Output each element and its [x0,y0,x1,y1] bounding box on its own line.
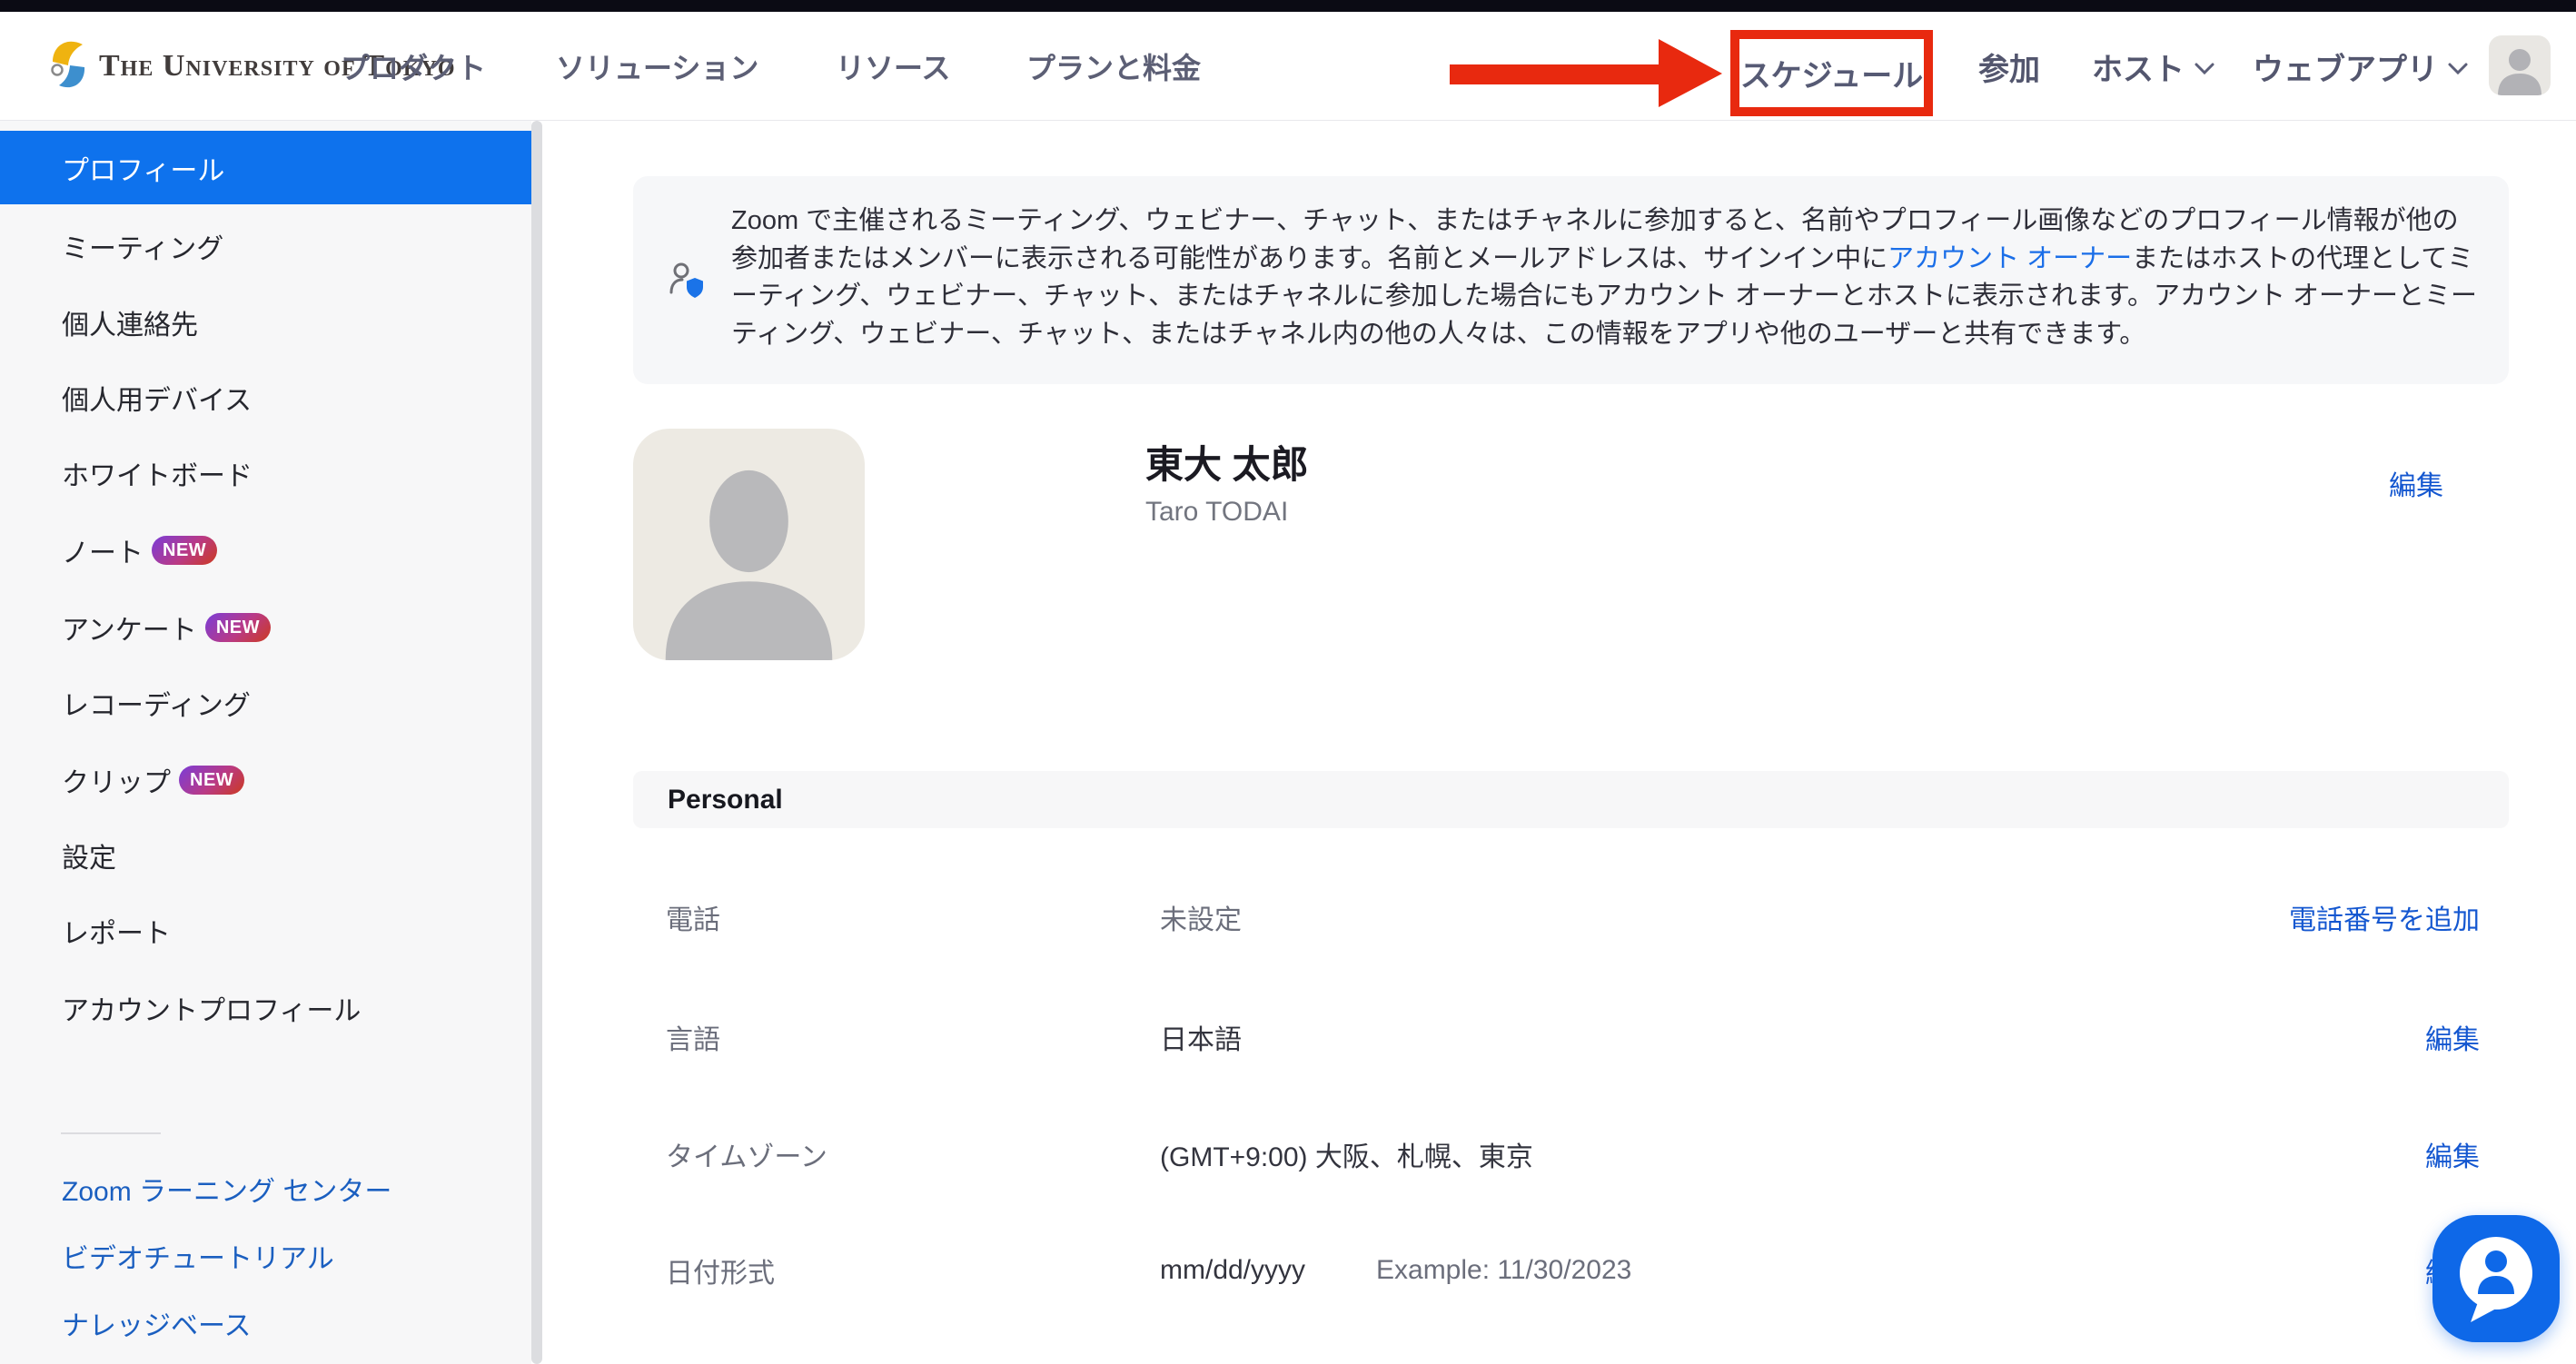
date-format-example: Example: 11/30/2023 [1376,1243,1631,1298]
info-line-1: Zoom で主催されるミーティング、ウェビナー、チャット、またはチャネルに参加す… [731,203,2477,241]
sidebar-item-settings[interactable]: 設定 [0,817,531,894]
profile-avatar[interactable] [633,429,865,660]
sidebar-item-reports[interactable]: レポート [0,893,531,969]
chevron-down-icon [2447,49,2469,84]
nav-resources[interactable]: リソース [836,12,950,121]
phone-label: 電話 [666,890,720,944]
sidebar-item-label: ノート [62,530,144,570]
phone-value: 未設定 [1160,890,1242,944]
profile-display-name: 東大 太郎 [1145,434,1309,489]
user-avatar[interactable] [2489,35,2551,95]
sidebar-item-meetings[interactable]: ミーティング [0,208,531,284]
nav-join[interactable]: 参加 [1978,12,2040,121]
personal-section-header: Personal [633,771,2509,828]
account-owner-link[interactable]: アカウント オーナー [1887,244,2132,273]
profile-edit-link[interactable]: 編集 [2389,463,2443,503]
sidebar-item-label: アカウントプロフィール [62,988,361,1028]
nav-host[interactable]: ホスト [2092,12,2215,121]
date-format-value: mm/dd/yyyy [1160,1243,1305,1298]
timezone-label: タイムゾーン [666,1127,827,1181]
sidebar-item-account-profile[interactable]: アカウントプロフィール [0,970,531,1046]
sidebar-item-label: 設定 [62,835,116,875]
chevron-down-icon [2194,49,2215,84]
language-row: 言語 日本語 編集 [633,1010,2509,1064]
nav-schedule-highlighted[interactable]: スケジュール [1730,30,1933,116]
sidebar-item-label: プロフィール [62,148,224,188]
sidebar-item-clips[interactable]: クリップ NEW [0,742,531,818]
timezone-row: タイムゾーン (GMT+9:00) 大阪、札幌、東京 編集 [633,1127,2509,1181]
sidebar-item-whiteboard[interactable]: ホワイトボード [0,435,531,511]
nav-plans-pricing[interactable]: プランと料金 [1026,12,1201,121]
language-label: 言語 [666,1010,720,1064]
sidebar-link-knowledge-base[interactable]: ナレッジベース [0,1304,531,1342]
nav-host-label: ホスト [2092,44,2185,89]
info-line-4: ティング、ウェビナー、チャット、またはチャネル内の他の人々は、この情報をアプリや… [731,316,2477,354]
nav-solutions[interactable]: ソリューション [556,12,758,121]
add-phone-link[interactable]: 電話番号を追加 [2289,890,2480,944]
sidebar-item-profile[interactable]: プロフィール [0,131,531,204]
sidebar-item-recordings[interactable]: レコーディング [0,665,531,741]
sidebar-item-personal-devices[interactable]: 個人用デバイス [0,360,531,436]
new-badge: NEW [152,536,217,565]
info-line-3: ーティング、ウェビナー、チャット、またはチャネルに参加した場合にもアカウント オ… [731,278,2477,316]
utokyo-ginkgo-icon [50,39,86,94]
sidebar-item-personal-contacts[interactable]: 個人連絡先 [0,284,531,361]
sidebar-divider [61,1132,161,1134]
sidebar-item-label: 個人連絡先 [62,302,198,342]
timezone-edit-link[interactable]: 編集 [2425,1127,2480,1181]
info-line-2-text-after: またはホストの代理としてミ [2132,244,2473,273]
timezone-value: (GMT+9:00) 大阪、札幌、東京 [1160,1127,1533,1181]
browser-top-strip [0,0,2576,12]
profile-romanized-name: Taro TODAI [1145,497,1288,528]
sidebar: プロフィール ミーティング 個人連絡先 個人用デバイス ホワイトボード ノート … [0,121,531,1364]
nav-webapp-label: ウェブアプリ [2253,44,2438,89]
language-edit-link[interactable]: 編集 [2425,1010,2480,1064]
sidebar-item-surveys[interactable]: アンケート NEW [0,589,531,666]
zoom-profile-page: The University of Tokyo プロダクト ソリューション リソ… [0,0,2576,1364]
sidebar-link-learning-center[interactable]: Zoom ラーニング センター [0,1170,531,1208]
sidebar-scrollbar[interactable] [531,121,542,1364]
nav-webapp[interactable]: ウェブアプリ [2253,12,2469,121]
privacy-info-text: Zoom で主催されるミーティング、ウェビナー、チャット、またはチャネルに参加す… [731,203,2477,353]
privacy-info-box: Zoom で主催されるミーティング、ウェビナー、チャット、またはチャネルに参加す… [633,176,2509,384]
nav-schedule-label: スケジュール [1740,51,1924,95]
person-shield-icon [668,262,709,306]
date-format-label: 日付形式 [666,1243,775,1298]
info-line-2: 参加者またはメンバーに表示される可能性があります。名前とメールアドレスは、サイン… [731,241,2477,279]
sidebar-item-label: レポート [62,911,171,951]
red-annotation-arrow [1450,35,1724,112]
sidebar-item-label: ミーティング [62,226,223,266]
sidebar-item-label: クリップ [62,760,171,800]
sidebar-link-video-tutorials[interactable]: ビデオチュートリアル [0,1237,531,1275]
nav-products[interactable]: プロダクト [341,12,486,121]
new-badge: NEW [179,766,244,795]
date-format-row: 日付形式 mm/dd/yyyy Example: 11/30/2023 編集 [633,1243,2509,1298]
sidebar-item-label: レコーディング [62,683,251,723]
sidebar-item-label: ホワイトボード [62,453,253,493]
phone-row: 電話 未設定 電話番号を追加 [633,890,2509,944]
info-line-2-text: 参加者またはメンバーに表示される可能性があります。名前とメールアドレスは、サイン… [731,244,1887,273]
help-chat-button[interactable] [2432,1215,2560,1342]
chat-person-icon [2432,1215,2560,1342]
new-badge: NEW [205,613,271,642]
language-value: 日本語 [1160,1010,1242,1064]
sidebar-item-notes[interactable]: ノート NEW [0,512,531,588]
personal-section-title: Personal [668,785,783,815]
top-navbar: The University of Tokyo プロダクト ソリューション リソ… [0,12,2576,121]
sidebar-item-label: アンケート [62,608,197,647]
sidebar-item-label: 個人用デバイス [62,378,252,418]
